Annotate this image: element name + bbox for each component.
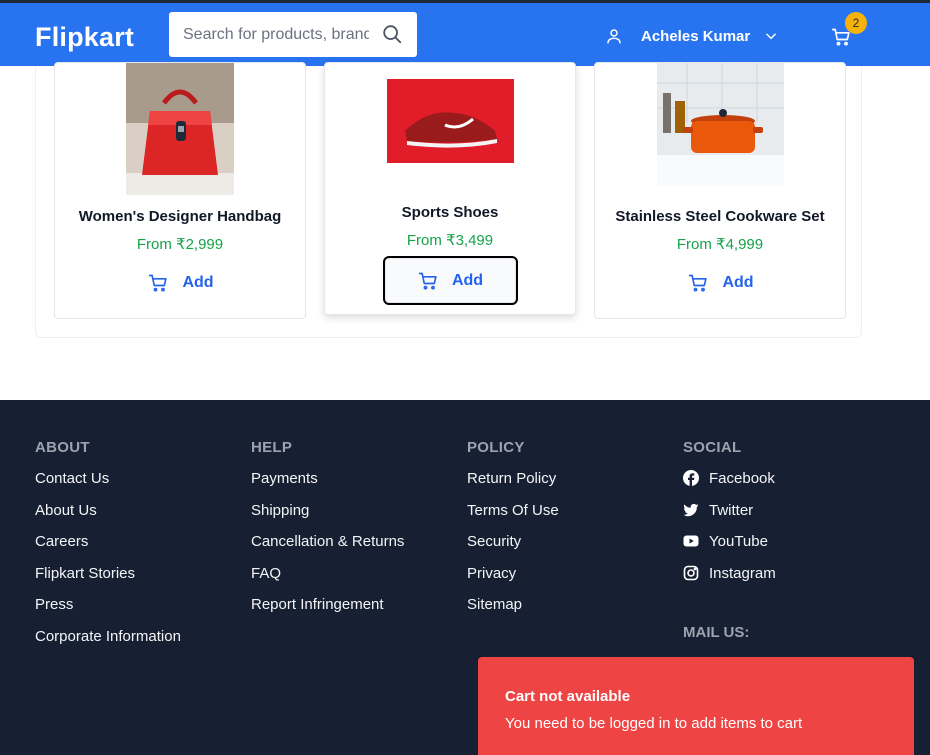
shoes-image [387, 79, 514, 163]
footer-link[interactable]: Flipkart Stories [35, 564, 181, 596]
product-price: From ₹2,999 [136, 236, 224, 253]
cart-icon [689, 274, 708, 292]
footer-link[interactable]: Security [467, 532, 559, 564]
footer-link[interactable]: Corporate Information [35, 627, 181, 659]
cart-count-badge: 2 [845, 12, 867, 34]
footer-link[interactable]: About Us [35, 501, 181, 533]
twitter-icon [683, 503, 699, 516]
product-name[interactable]: Women's Designer Handbag [55, 208, 305, 225]
footer-help: HELP Payments Shipping Cancellation & Re… [251, 439, 404, 627]
social-label: Twitter [709, 501, 754, 519]
add-label: Add [182, 274, 214, 291]
youtube-link[interactable]: YouTube [683, 532, 776, 564]
product-card-cookware[interactable]: Stainless Steel Cookware Set From ₹4,999… [594, 62, 846, 319]
product-price: From ₹4,999 [676, 236, 764, 253]
search-icon[interactable] [381, 23, 403, 45]
product-card-handbag[interactable]: Women's Designer Handbag From ₹2,999 Add [54, 62, 306, 319]
footer-link[interactable]: Terms Of Use [467, 501, 559, 533]
toast-message: You need to be logged in to add items to… [505, 715, 803, 732]
footer-link[interactable]: Payments [251, 469, 404, 501]
product-name[interactable]: Sports Shoes [325, 204, 575, 221]
footer-policy: POLICY Return Policy Terms Of Use Securi… [467, 439, 559, 627]
footer-link[interactable]: Contact Us [35, 469, 181, 501]
footer-heading: HELP [251, 439, 293, 456]
facebook-link[interactable]: Facebook [683, 469, 776, 501]
top-header: Flipkart Acheles Kumar 2 [0, 0, 930, 66]
social-label: YouTube [709, 533, 768, 550]
footer-link[interactable]: Sitemap [467, 595, 559, 627]
page: Flipkart Acheles Kumar 2 Wome [0, 0, 930, 755]
footer-link[interactable]: Privacy [467, 564, 559, 596]
instagram-link[interactable]: Instagram [683, 564, 776, 596]
chevron-down-icon [766, 33, 777, 40]
facebook-icon [683, 470, 699, 486]
product-name[interactable]: Stainless Steel Cookware Set [595, 208, 845, 225]
footer-link[interactable]: Shipping [251, 501, 404, 533]
product-card-sports-shoes[interactable]: Sports Shoes From ₹3,499 Add [324, 62, 576, 315]
flipkart-logo[interactable]: Flipkart [35, 22, 134, 53]
footer-link[interactable]: Cancellation & Returns [251, 532, 404, 564]
footer-link[interactable]: Careers [35, 532, 181, 564]
instagram-icon [683, 565, 699, 580]
add-label: Add [722, 274, 754, 291]
user-menu[interactable]: Acheles Kumar [605, 25, 778, 47]
cookware-image [657, 63, 784, 186]
search-input[interactable] [169, 12, 369, 57]
youtube-icon [683, 535, 699, 547]
add-to-cart-button[interactable]: Add [659, 262, 783, 304]
footer-social: SOCIAL Facebook Twitter YouTube Instagra… [683, 439, 776, 595]
add-to-cart-button[interactable]: Add [383, 256, 518, 305]
social-label: Facebook [709, 470, 775, 487]
footer-link[interactable]: Press [35, 595, 181, 627]
footer-heading: ABOUT [35, 439, 90, 456]
footer-link[interactable]: Report Infringement [251, 595, 404, 627]
handbag-image [126, 63, 234, 195]
footer-link[interactable]: Return Policy [467, 469, 559, 501]
add-to-cart-button[interactable]: Add [119, 262, 243, 304]
user-name: Acheles Kumar [641, 27, 751, 45]
footer-heading: POLICY [467, 439, 525, 456]
search-box [169, 12, 417, 57]
error-toast[interactable]: Cart not available You need to be logged… [478, 657, 914, 755]
cart-icon [149, 274, 168, 292]
product-grid: Women's Designer Handbag From ₹2,999 Add… [35, 62, 862, 338]
footer-about: ABOUT Contact Us About Us Careers Flipka… [35, 439, 181, 658]
toast-title: Cart not available [505, 688, 631, 705]
footer-heading: SOCIAL [683, 439, 742, 456]
twitter-link[interactable]: Twitter [683, 501, 776, 533]
mail-us-heading: MAIL US: [683, 624, 750, 641]
footer-link[interactable]: FAQ [251, 564, 404, 596]
social-label: Instagram [709, 564, 776, 582]
cart-icon [418, 272, 437, 290]
add-label: Add [451, 271, 484, 289]
user-icon [607, 29, 621, 44]
product-price: From ₹3,499 [406, 232, 494, 249]
